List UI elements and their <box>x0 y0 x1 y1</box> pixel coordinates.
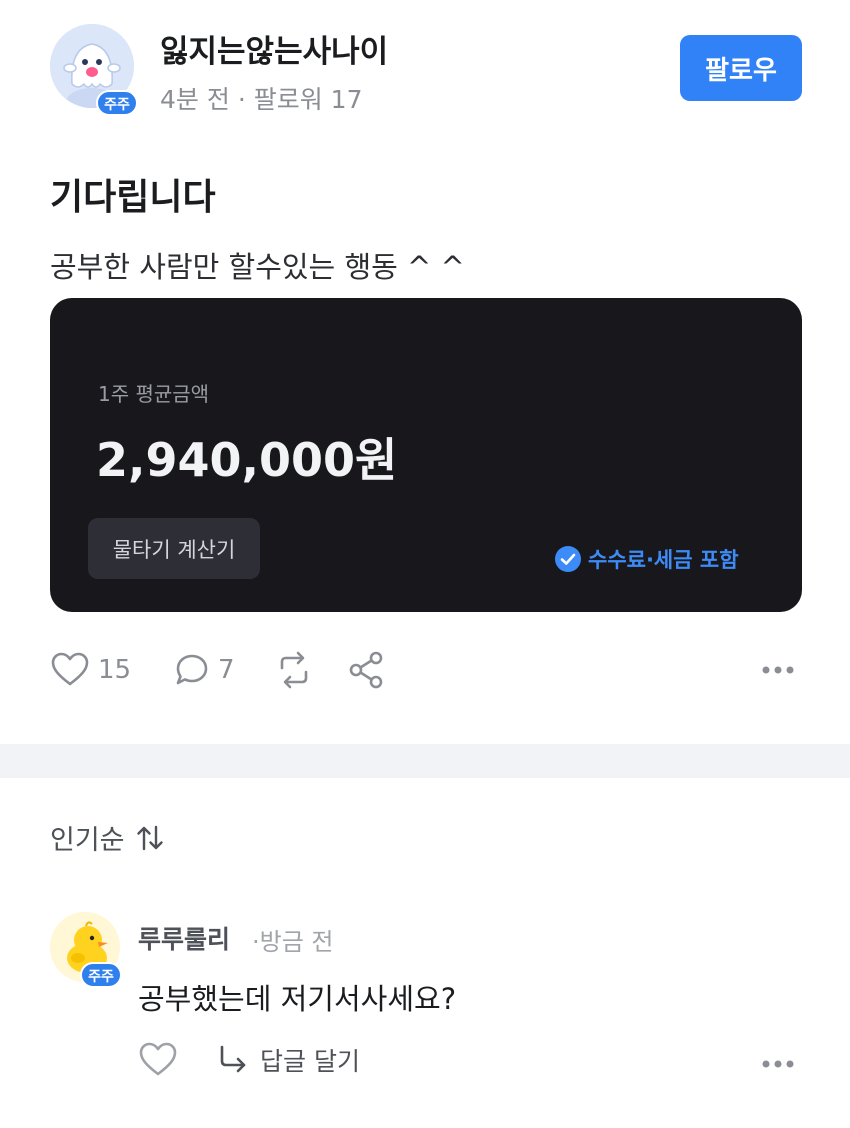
comment-sort-toggle[interactable]: 인기순 <box>50 818 165 857</box>
heart-icon <box>139 1042 177 1076</box>
comment-icon <box>176 654 208 685</box>
comment-like-button[interactable] <box>138 1040 178 1084</box>
sort-arrows-icon <box>136 825 163 850</box>
author-name[interactable]: 잃지는않는사나이 <box>160 26 388 71</box>
comment-more-button[interactable] <box>758 1040 798 1088</box>
post-time: 4분 전 <box>160 85 230 114</box>
repost-icon <box>280 651 308 689</box>
comment-time: ·방금 전 <box>252 928 334 956</box>
check-circle-icon <box>555 546 581 572</box>
comment-item: 주주 루루룰리 ·방금 전 공부했는데 저기서사세요? 답글 달기 <box>50 912 802 1092</box>
more-icon <box>762 666 794 674</box>
post-header: 주주 잃지는않는사나이 4분 전 · 팔로워 17 팔로우 <box>50 24 802 124</box>
comment-text: 공부했는데 저기서사세요? <box>138 982 457 1016</box>
post-action-bar: 15 7 <box>50 646 802 694</box>
shareholder-badge: 주주 <box>80 962 122 988</box>
fee-tax-note-text: 수수료·세금 포함 <box>588 548 739 572</box>
follow-button[interactable]: 팔로우 <box>680 35 802 101</box>
reply-button[interactable]: 답글 달기 <box>216 1040 360 1080</box>
more-icon <box>762 1060 794 1068</box>
post-more-button[interactable] <box>758 646 798 694</box>
card-amount: 2,940,000원 <box>96 433 398 487</box>
fee-tax-note: 수수료·세금 포함 <box>554 544 739 574</box>
reply-arrow-icon <box>220 1045 246 1073</box>
like-count: 15 <box>98 655 132 685</box>
comment-count: 7 <box>218 655 235 685</box>
share-icon <box>349 651 383 689</box>
heart-icon <box>51 652 89 686</box>
average-price-card: 1주 평균금액 2,940,000원 물타기 계산기 수수료·세금 포함 <box>50 298 802 612</box>
meta-separator: · <box>237 85 246 114</box>
share-action[interactable] <box>346 646 386 694</box>
author-meta: 4분 전 · 팔로워 17 <box>160 80 362 116</box>
post-body: 공부한 사람만 할수있는 행동 ^ ^ <box>50 250 465 284</box>
section-divider <box>0 744 850 778</box>
commenter-name[interactable]: 루루룰리 <box>138 920 230 956</box>
averaging-calculator-button[interactable]: 물타기 계산기 <box>88 518 260 579</box>
card-label: 1주 평균금액 <box>98 382 210 406</box>
reply-label: 답글 달기 <box>260 1047 360 1076</box>
like-action[interactable]: 15 <box>50 646 131 694</box>
comment-actions: 답글 달기 <box>138 1040 802 1080</box>
follower-count: 팔로워 17 <box>253 85 363 114</box>
sort-label: 인기순 <box>50 825 125 856</box>
post-title: 기다립니다 <box>50 177 216 218</box>
shareholder-badge: 주주 <box>96 90 138 116</box>
comment-action[interactable]: 7 <box>174 646 235 694</box>
repost-action[interactable] <box>272 646 316 694</box>
